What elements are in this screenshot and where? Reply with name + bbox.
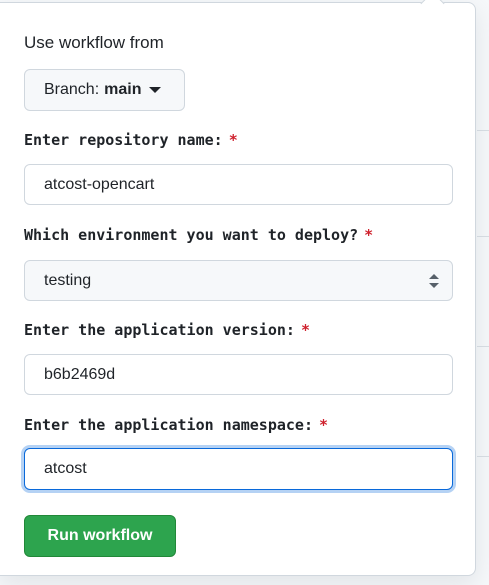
repository-name-input[interactable] — [24, 164, 453, 205]
select-updown-icon — [429, 274, 439, 288]
required-mark: * — [364, 226, 374, 244]
environment-selected-value: testing — [44, 271, 92, 289]
backdrop-divider — [477, 236, 489, 237]
application-version-input[interactable] — [24, 354, 453, 395]
application-version-label-text: Enter the application version: — [24, 321, 295, 339]
environment-select[interactable]: testing — [24, 260, 453, 301]
required-mark: * — [300, 321, 310, 339]
application-namespace-input[interactable] — [24, 448, 453, 490]
backdrop-divider — [477, 456, 489, 457]
caret-down-icon — [149, 87, 162, 93]
dialog-heading: Use workflow from — [24, 33, 164, 52]
application-namespace-label-text: Enter the application namespace: — [24, 416, 313, 434]
environment-label: Which environment you want to deploy? * — [24, 226, 373, 244]
environment-label-text: Which environment you want to deploy? — [24, 226, 359, 244]
run-workflow-button[interactable]: Run workflow — [24, 515, 176, 557]
branch-name: main — [104, 81, 142, 98]
application-namespace-label: Enter the application namespace: * — [24, 416, 328, 434]
backdrop-divider — [477, 346, 489, 347]
required-mark: * — [228, 131, 238, 149]
branch-prefix: Branch: — [44, 81, 100, 98]
dialog-caret — [420, 0, 445, 16]
application-version-label: Enter the application version: * — [24, 321, 310, 339]
required-mark: * — [318, 416, 329, 434]
repository-name-label-text: Enter repository name: — [24, 131, 223, 149]
backdrop-divider — [477, 130, 489, 131]
repository-name-label: Enter repository name: * — [24, 131, 238, 149]
run-workflow-dialog: Use workflow from Branch: main Enter rep… — [0, 0, 476, 576]
branch-select-button[interactable]: Branch: main — [24, 69, 185, 111]
